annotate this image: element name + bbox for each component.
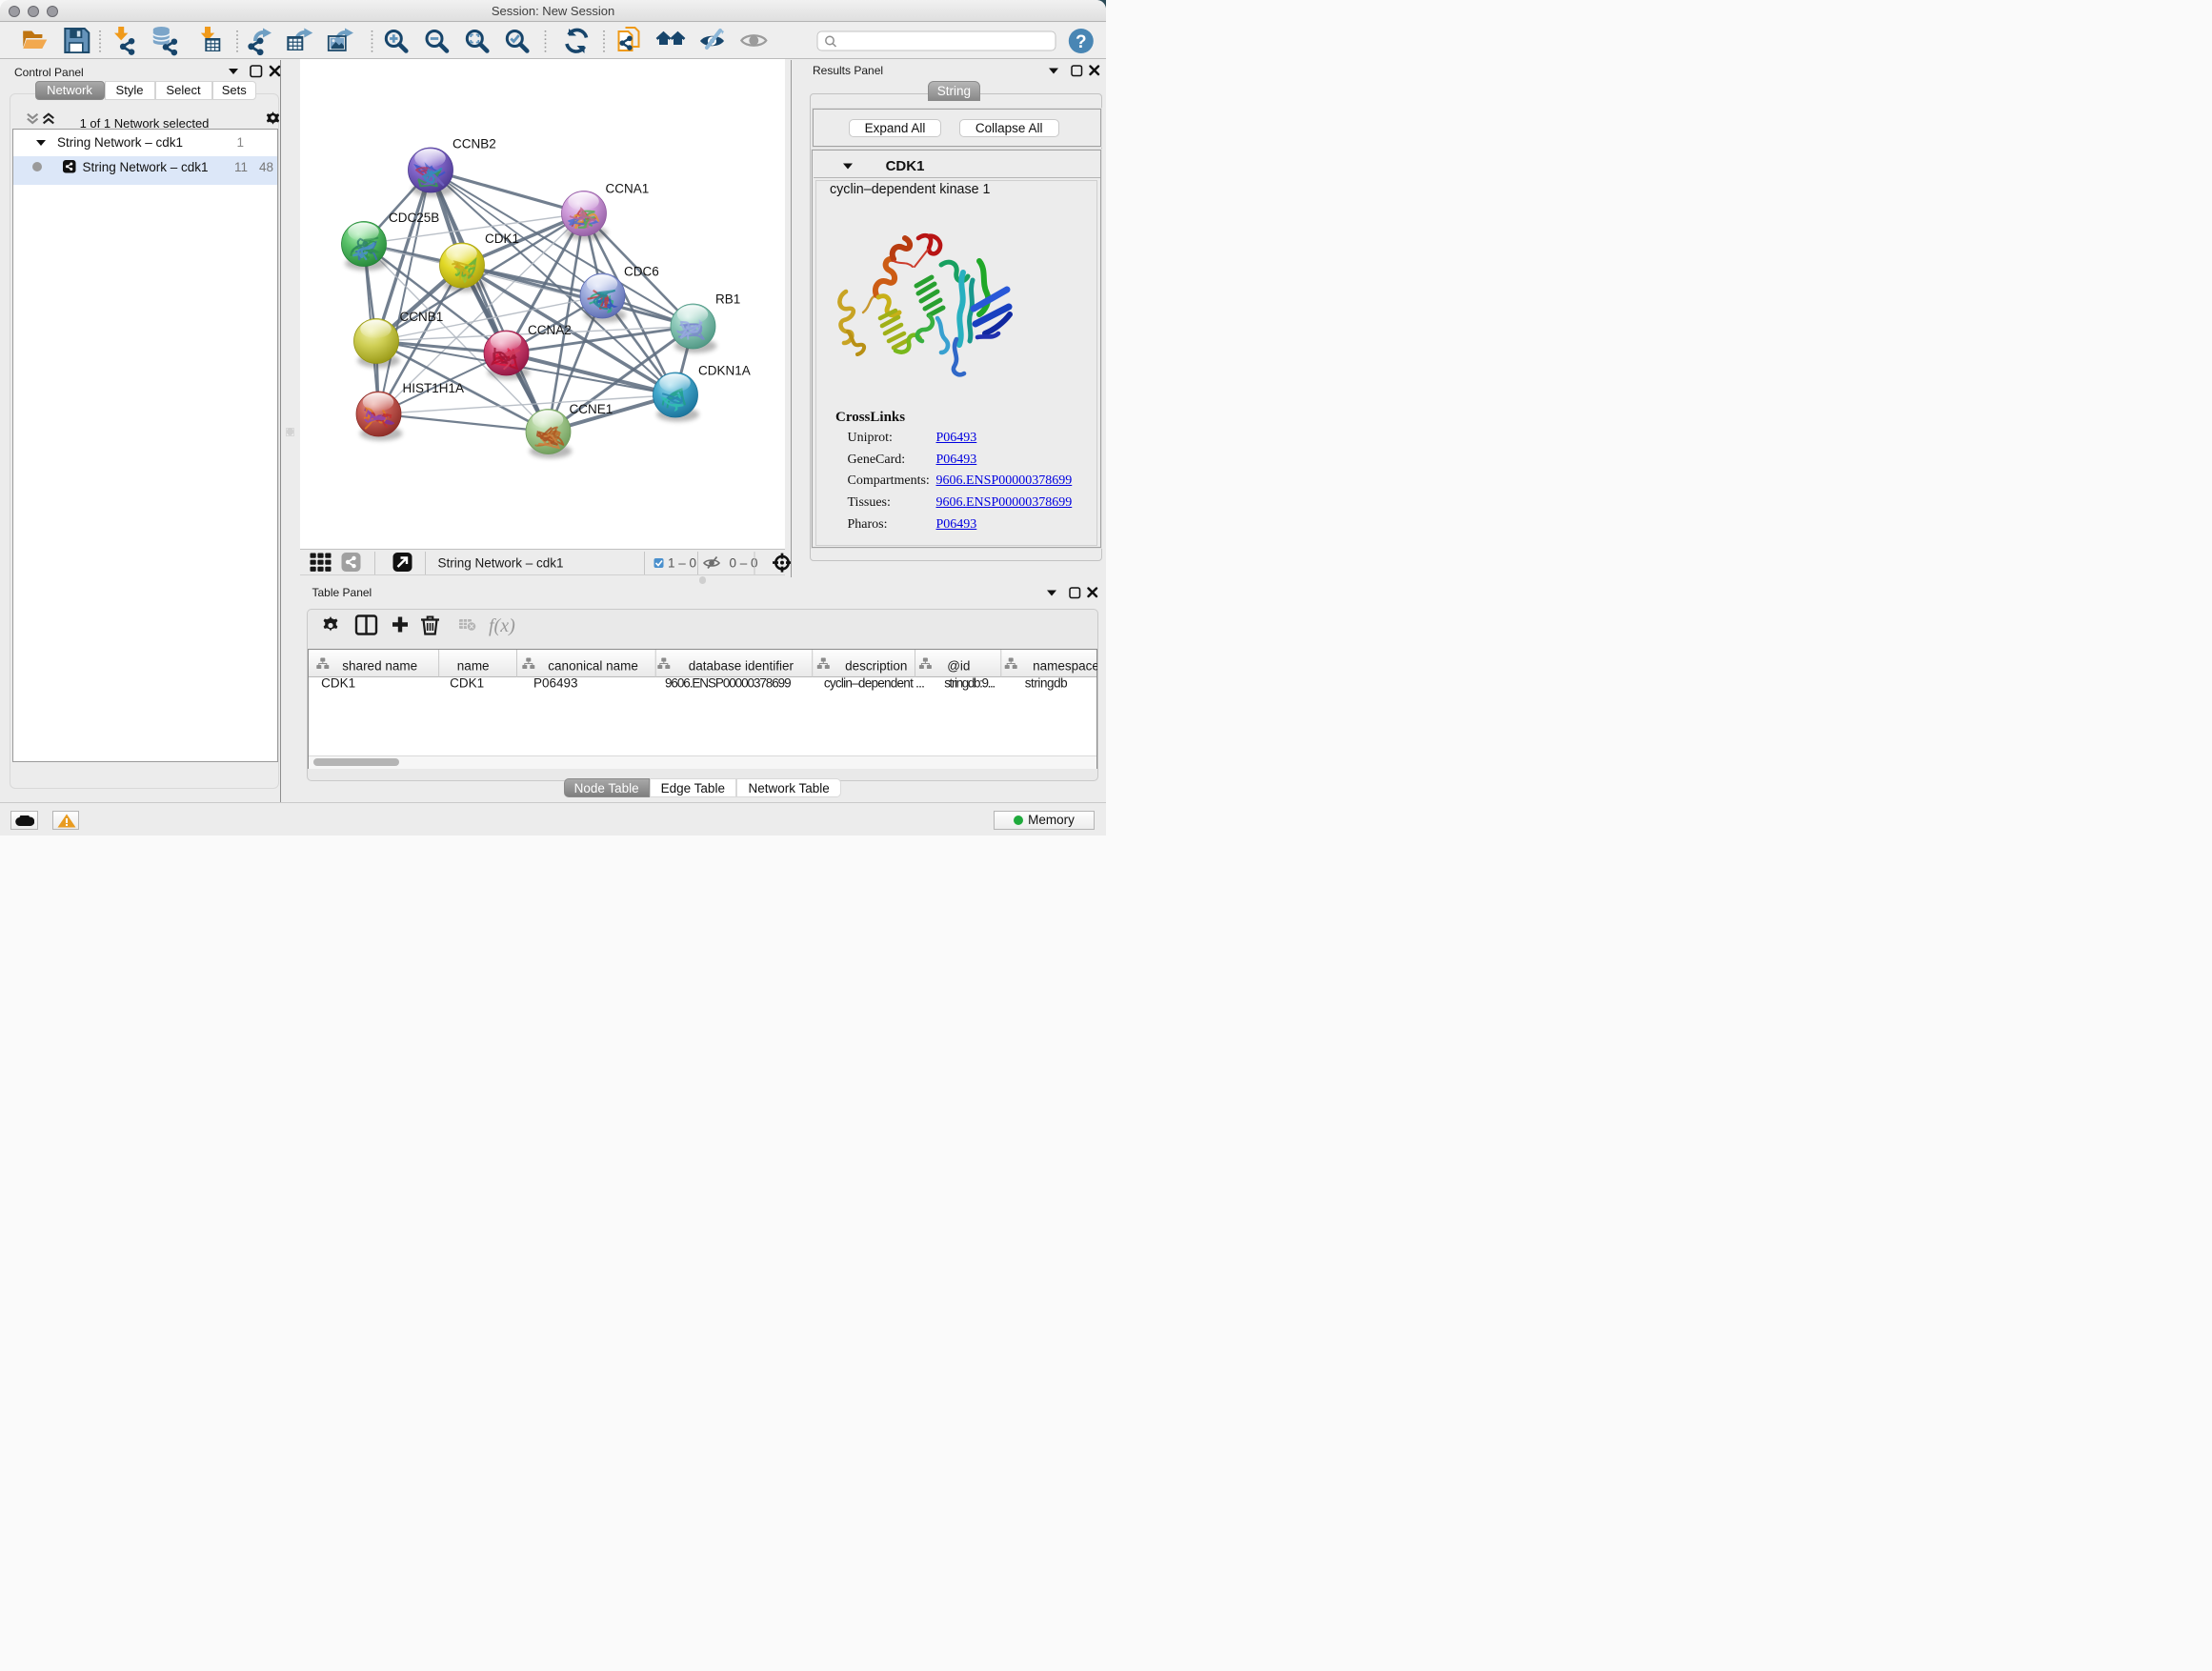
svg-text:CDK1: CDK1 [485,232,519,246]
svg-text:canonical name: canonical name [548,659,638,674]
svg-text:0 – 0: 0 – 0 [729,555,757,570]
svg-text:f(x): f(x) [489,615,515,636]
svg-text:database identifier: database identifier [688,659,794,674]
svg-text:CDKN1A: CDKN1A [698,363,751,377]
svg-text:CDC6: CDC6 [624,264,659,278]
svg-text:stringdb:9...: stringdb:9... [944,676,995,691]
svg-text:9606.ENSP00000378699: 9606.ENSP00000378699 [665,676,792,691]
svg-text:CCNB2: CCNB2 [452,136,496,151]
svg-text:CDK1: CDK1 [450,676,484,691]
svg-text:HIST1H1A: HIST1H1A [402,381,464,395]
svg-text:CDK1: CDK1 [321,676,355,691]
svg-text:CCNE1: CCNE1 [569,402,613,416]
svg-text:@id: @id [947,659,970,674]
svg-text:CCNA1: CCNA1 [605,181,649,195]
svg-text:namespace: namespace [1033,659,1097,674]
svg-text:P06493: P06493 [533,676,578,691]
svg-text:shared name: shared name [342,659,417,674]
svg-text:String Network – cdk1: String Network – cdk1 [437,555,563,570]
svg-text:stringdb: stringdb [1024,676,1067,691]
svg-text:description: description [845,659,907,674]
svg-text:CDC25B: CDC25B [389,211,439,225]
svg-text:CCNB1: CCNB1 [399,310,443,324]
svg-text:cyclin–dependent ...: cyclin–dependent ... [824,676,925,691]
svg-text:name: name [456,659,489,674]
svg-text:1 – 0: 1 – 0 [668,555,696,570]
svg-text:RB1: RB1 [715,292,740,306]
svg-text:?: ? [1076,32,1087,52]
svg-text:CCNA2: CCNA2 [528,323,572,337]
